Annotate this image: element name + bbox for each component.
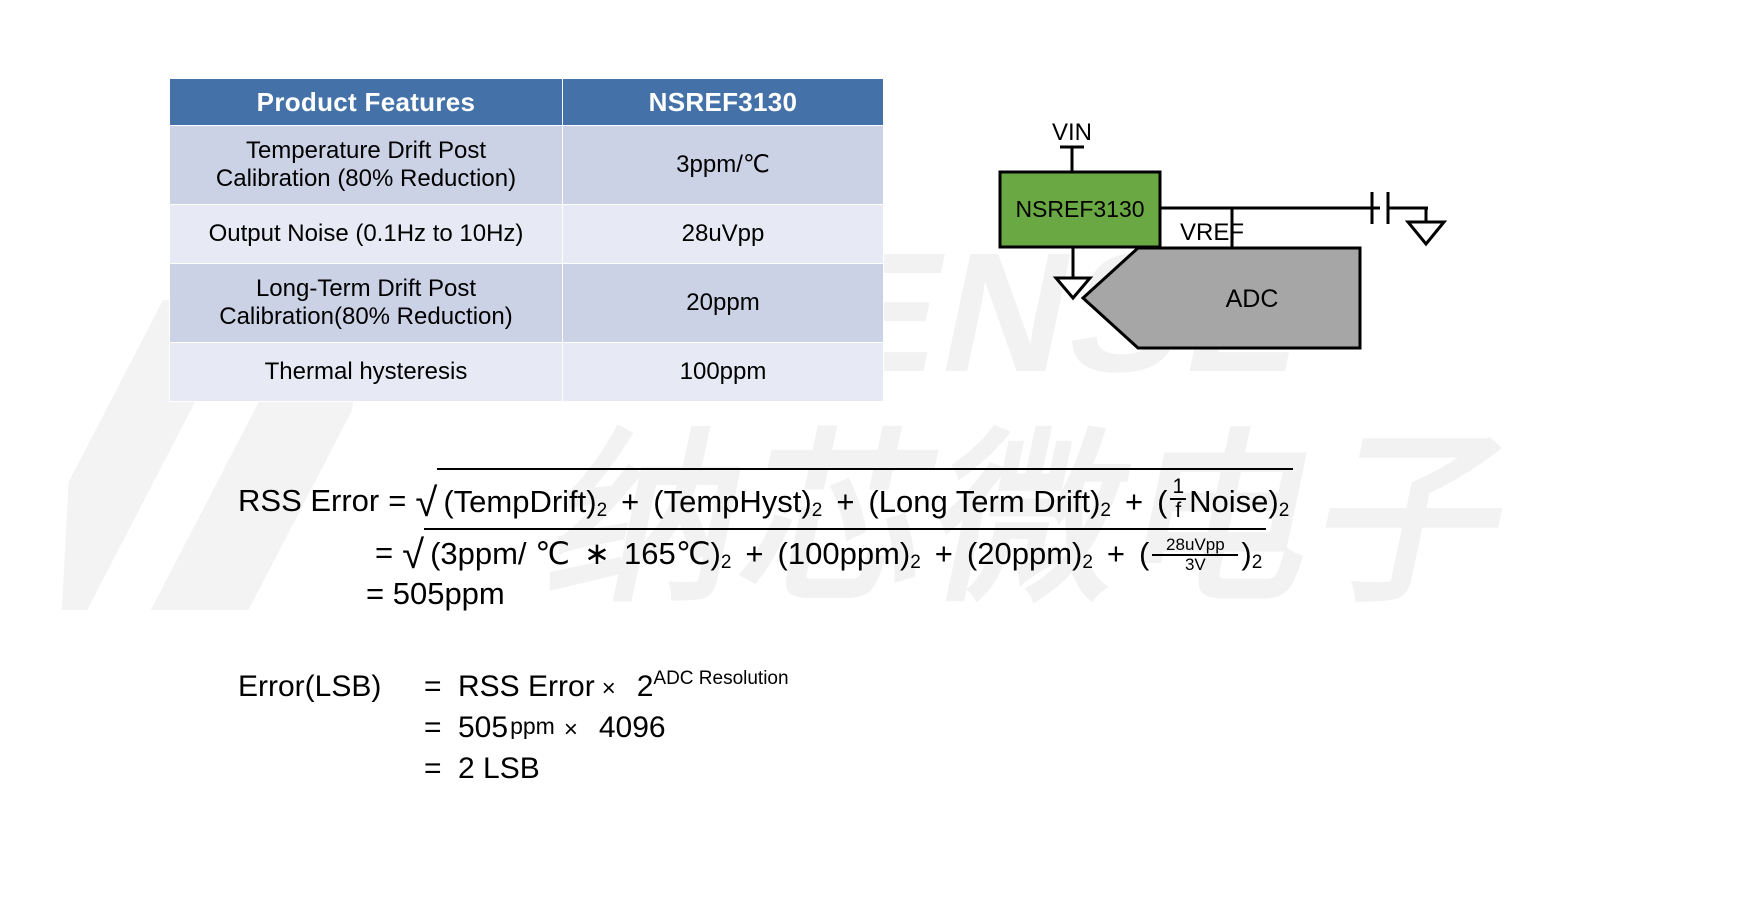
rss-numeric-equals-sign: =	[375, 534, 394, 570]
lsb-row-3: = 2 LSB	[238, 754, 789, 784]
rss-numeric-row: = √ (3ppm/ ℃ ∗ 165℃) 2 + (100ppm) 2 + (20p…	[238, 528, 1293, 577]
row-feature-label: Thermal hysteresis	[169, 342, 563, 402]
row-value: 100ppm	[562, 342, 884, 402]
numeric-noise-open-paren: (	[1139, 536, 1150, 572]
error-lsb-label: Error(LSB)	[238, 670, 382, 703]
numeric-noise-close-paren: )	[1241, 536, 1252, 572]
noise-term-text: Noise)	[1189, 484, 1279, 520]
table-row: Long-Term Drift Post Calibration(80% Red…	[169, 263, 884, 343]
circuit-svg: NSREF3130 ADC VIN VREF	[998, 119, 1448, 350]
rss-result-row: = 505ppm	[238, 578, 1293, 609]
rss-error-operand: RSS Error	[458, 670, 595, 703]
vin-label: VIN	[1052, 119, 1092, 146]
numeric-long-term-drift: (20ppm)	[966, 536, 1083, 572]
adc-codes-operand: 4096	[598, 711, 666, 744]
equals-sign: =	[424, 711, 442, 744]
rss-result-value: = 505ppm	[366, 575, 505, 611]
adc-block	[1080, 246, 1362, 350]
table-header-part: NSREF3130	[562, 78, 884, 126]
row-value: 3ppm/℃	[562, 125, 884, 205]
multiply-sign: ×	[563, 716, 578, 743]
table-header-features: Product Features	[169, 78, 563, 126]
multiply-sign: ∗	[583, 536, 610, 572]
feature-line-2: Calibration(80% Reduction)	[219, 303, 513, 330]
ppm-unit: ppm	[510, 713, 555, 739]
plus-sign: +	[621, 484, 640, 520]
row-value: 20ppm	[562, 263, 884, 343]
error-lsb-formula: Error(LSB) = RSS Error × 2ADC Resolution…	[238, 669, 789, 795]
sqrt-radicand-symbolic: (TempDrift) 2 + (TempHyst) 2 + (Long Term …	[437, 468, 1294, 522]
row-feature-label: Long-Term Drift Post Calibration(80% Red…	[169, 263, 563, 343]
term-temp-hyst: (TempHyst)	[653, 484, 812, 520]
numeric-temp-range: 165℃)	[623, 536, 721, 572]
power-base: 2	[636, 670, 654, 703]
multiply-sign: ×	[601, 675, 616, 702]
term-temp-drift: (TempDrift)	[443, 484, 597, 520]
feature-line-2: Calibration (80% Reduction)	[215, 165, 517, 192]
term-long-term-drift: (Long Term Drift)	[868, 484, 1101, 520]
numeric-temp-hyst: (100ppm)	[777, 536, 911, 572]
radical-icon: √	[415, 481, 438, 526]
table-row: Thermal hysteresis 100ppm	[169, 342, 884, 402]
vref-label: VREF	[1180, 219, 1244, 246]
plus-sign: +	[1125, 484, 1144, 520]
nsref3130-block-label: NSREF3130	[1015, 196, 1144, 222]
radical-icon: √	[402, 532, 425, 577]
rss-equals-sign: =	[388, 483, 407, 519]
fraction-denominator: 3V	[1152, 553, 1239, 574]
fraction-denominator: f	[1170, 498, 1187, 522]
numeric-temp-drift: (3ppm/ ℃	[430, 536, 570, 572]
adc-block-label: ADC	[1226, 285, 1279, 313]
row-value: 28uVpp	[562, 204, 884, 264]
lsb-row-2: = 505 ppm × 4096	[238, 713, 789, 743]
plus-sign: +	[836, 484, 855, 520]
rss-sqrt-numeric: √ (3ppm/ ℃ ∗ 165℃) 2 + (100ppm) 2 + (20ppm…	[402, 528, 1267, 577]
reference-adc-circuit-diagram: NSREF3130 ADC VIN VREF	[960, 100, 1580, 390]
plus-sign: +	[745, 536, 764, 572]
row-feature-label: Temperature Drift Post Calibration (80% …	[169, 125, 563, 205]
feature-line-1: Temperature Drift Post	[245, 136, 487, 164]
equals-sign: =	[424, 752, 442, 785]
feature-line-1: Long-Term Drift Post	[255, 274, 477, 302]
rss-error-formula: RSS Error = √ (TempDrift) 2 + (TempHyst) 2…	[238, 468, 1294, 609]
fraction-numerator: 1	[1172, 475, 1185, 498]
product-features-table: Product Features NSREF3130 Temperature D…	[169, 78, 884, 402]
row-feature-label: Output Noise (0.1Hz to 10Hz)	[169, 204, 563, 264]
table-header-row: Product Features NSREF3130	[169, 78, 884, 126]
table-row: Output Noise (0.1Hz to 10Hz) 28uVpp	[169, 204, 884, 264]
ground-symbol-icon	[1404, 220, 1448, 247]
plus-sign: +	[1106, 536, 1126, 572]
noise-over-vref-fraction: 28uVpp 3V	[1152, 535, 1239, 574]
two-power-term: 2ADC Resolution	[623, 669, 789, 703]
power-exponent: ADC Resolution	[653, 668, 789, 689]
sqrt-radicand-numeric: (3ppm/ ℃ ∗ 165℃) 2 + (100ppm) 2 + (20ppm) 2…	[424, 528, 1267, 574]
rss-value: 505	[458, 711, 509, 744]
rss-sqrt-symbolic: √ (TempDrift) 2 + (TempHyst) 2 + (Long Ter…	[415, 468, 1294, 526]
plus-sign: +	[934, 536, 953, 572]
one-over-f-fraction: 1 f	[1170, 475, 1187, 522]
noise-term-open-paren: (	[1157, 484, 1168, 520]
table-row: Temperature Drift Post Calibration (80% …	[169, 125, 884, 205]
rss-error-label: RSS Error	[238, 483, 380, 519]
lsb-row-1: Error(LSB) = RSS Error × 2ADC Resolution	[238, 669, 789, 703]
fraction-numerator: 28uVpp	[1166, 535, 1225, 555]
rss-symbolic-row: RSS Error = √ (TempDrift) 2 + (TempHyst) 2…	[238, 468, 1294, 526]
equals-sign: =	[424, 670, 442, 703]
lsb-result-value: 2 LSB	[458, 752, 540, 785]
